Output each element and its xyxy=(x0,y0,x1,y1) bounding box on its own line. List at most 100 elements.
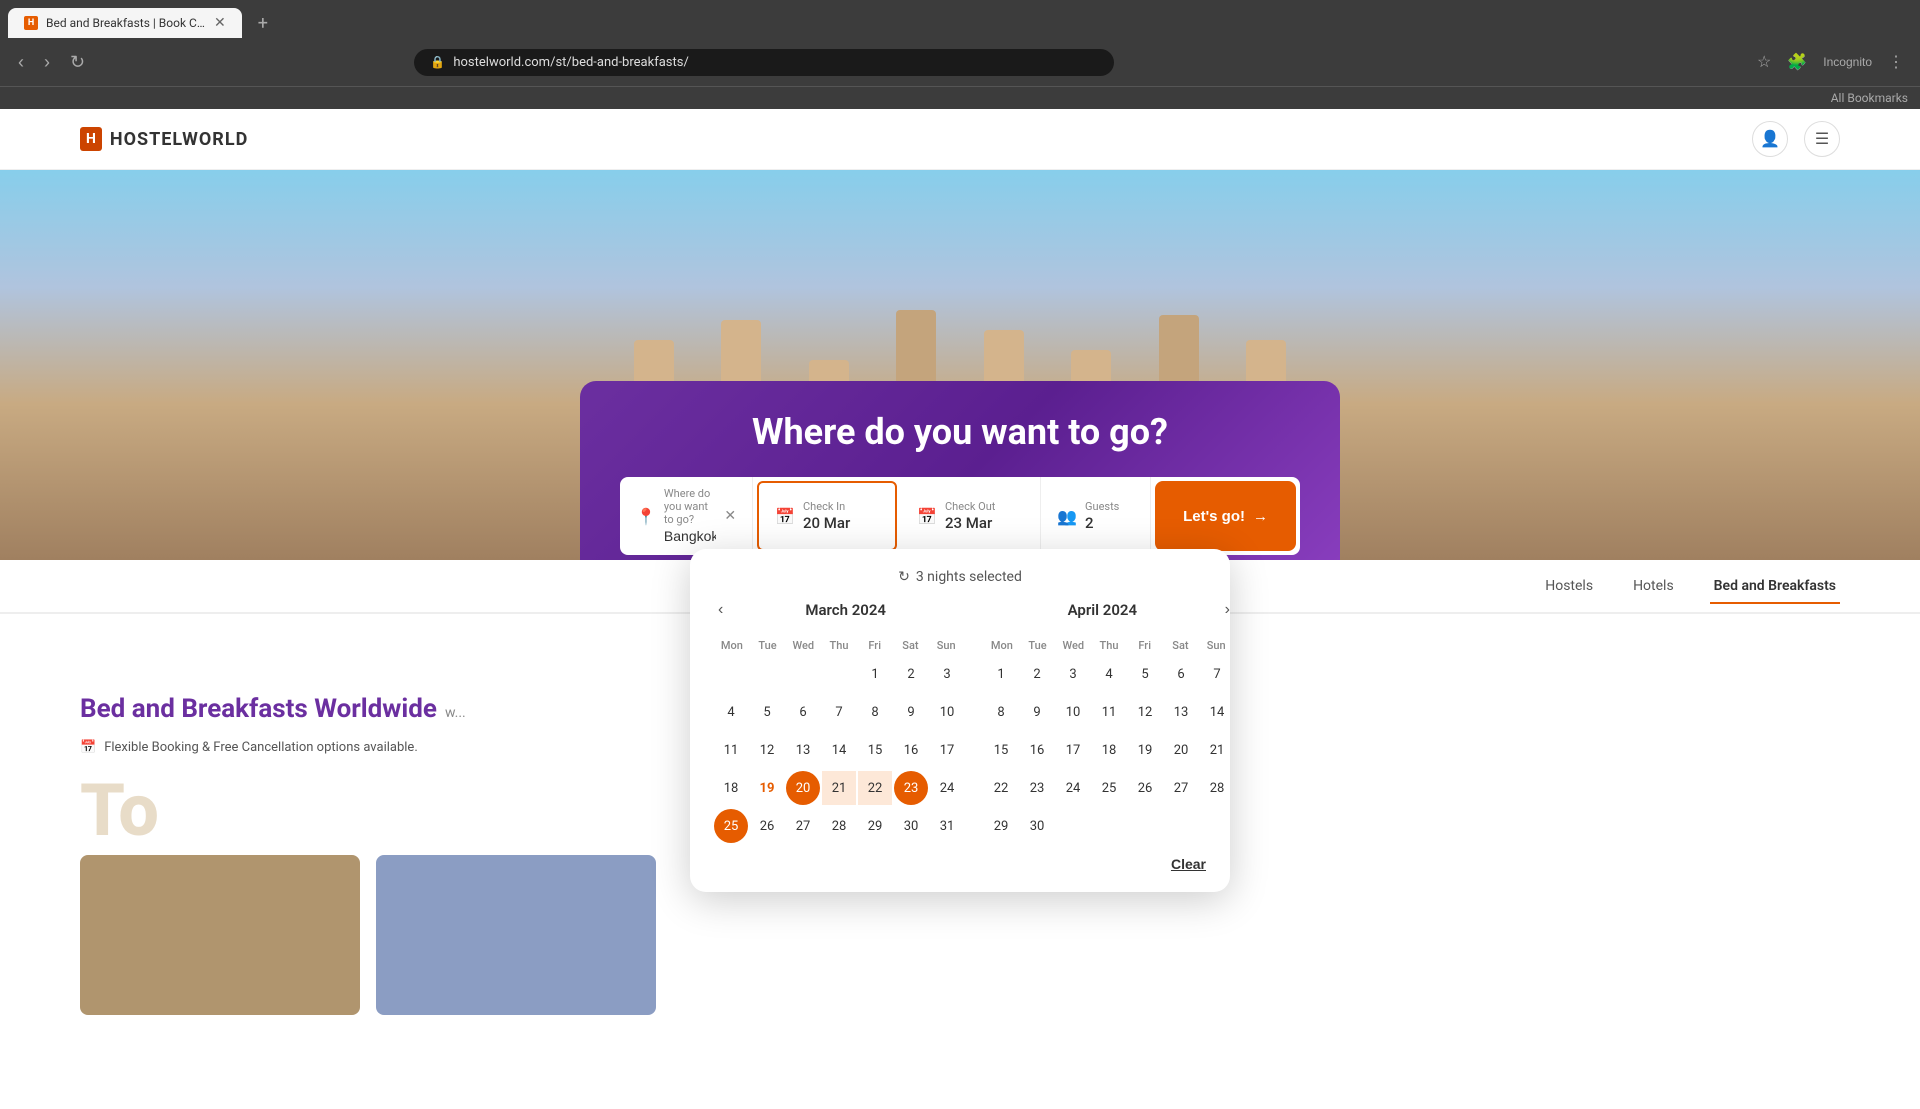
april-day-6[interactable]: 6 xyxy=(1164,657,1198,691)
april-day-2[interactable]: 2 xyxy=(1020,657,1054,691)
property-card-1[interactable] xyxy=(80,855,360,1015)
april-day-5[interactable]: 5 xyxy=(1128,657,1162,691)
active-tab[interactable]: H Bed and Breakfasts | Book Che... ✕ xyxy=(8,8,242,38)
march-day-20[interactable]: 20 xyxy=(786,771,820,805)
march-day-26[interactable]: 26 xyxy=(750,809,784,843)
march-day-14[interactable]: 14 xyxy=(822,733,856,767)
march-day-24[interactable]: 24 xyxy=(930,771,964,805)
april-day-23[interactable]: 23 xyxy=(1020,771,1054,805)
guests-field[interactable]: 👥 Guests 2 xyxy=(1041,477,1151,555)
march-day-5[interactable]: 5 xyxy=(750,695,784,729)
march-day-10[interactable]: 10 xyxy=(930,695,964,729)
march-title: March 2024 xyxy=(727,601,964,619)
april-day-11[interactable]: 11 xyxy=(1092,695,1126,729)
march-day-16[interactable]: 16 xyxy=(894,733,928,767)
april-day-24[interactable]: 24 xyxy=(1056,771,1090,805)
march-day-29[interactable]: 29 xyxy=(858,809,892,843)
march-day-21[interactable]: 21 xyxy=(822,771,856,805)
url-text: hostelworld.com/st/bed-and-breakfasts/ xyxy=(453,55,688,70)
extension-icon[interactable]: 🧩 xyxy=(1783,48,1811,76)
march-day-22[interactable]: 22 xyxy=(858,771,892,805)
march-day-3[interactable]: 3 xyxy=(930,657,964,691)
bookmark-star-icon[interactable]: ☆ xyxy=(1753,48,1775,76)
april-day-8[interactable]: 8 xyxy=(984,695,1018,729)
calendar-picker: ↻ 3 nights selected ‹ March 2024 Mon Tue… xyxy=(690,549,1230,892)
address-bar[interactable]: 🔒 hostelworld.com/st/bed-and-breakfasts/ xyxy=(414,49,1114,76)
march-day-11[interactable]: 11 xyxy=(714,733,748,767)
tab-hotels[interactable]: Hotels xyxy=(1629,570,1678,602)
march-day-names: Mon Tue Wed Thu Fri Sat Sun xyxy=(714,635,964,656)
march-day-17[interactable]: 17 xyxy=(930,733,964,767)
march-day-30[interactable]: 30 xyxy=(894,809,928,843)
march-day-28[interactable]: 28 xyxy=(822,809,856,843)
april-day-28[interactable]: 28 xyxy=(1200,771,1234,805)
new-tab-button[interactable]: + xyxy=(246,9,280,38)
march-day-18[interactable]: 18 xyxy=(714,771,748,805)
april-day-27[interactable]: 27 xyxy=(1164,771,1198,805)
april-day-12[interactable]: 12 xyxy=(1128,695,1162,729)
hamburger-menu-button[interactable]: ☰ xyxy=(1804,121,1840,157)
april-day-13[interactable]: 13 xyxy=(1164,695,1198,729)
april-day-9[interactable]: 9 xyxy=(1020,695,1054,729)
april-day-15[interactable]: 15 xyxy=(984,733,1018,767)
march-day-2[interactable]: 2 xyxy=(894,657,928,691)
day-fri-2: Fri xyxy=(1127,635,1163,656)
march-day-7[interactable]: 7 xyxy=(822,695,856,729)
april-header: April 2024 › xyxy=(984,597,1234,623)
april-day-25[interactable]: 25 xyxy=(1092,771,1126,805)
april-day-16[interactable]: 16 xyxy=(1020,733,1054,767)
day-sun-1: Sun xyxy=(928,635,964,656)
march-day-4[interactable]: 4 xyxy=(714,695,748,729)
flexible-icon: 📅 xyxy=(80,740,96,755)
property-card-2[interactable] xyxy=(376,855,656,1015)
tab-hostels[interactable]: Hostels xyxy=(1541,570,1597,602)
prev-month-button[interactable]: ‹ xyxy=(714,597,727,623)
april-day-20[interactable]: 20 xyxy=(1164,733,1198,767)
march-day-19[interactable]: 19 xyxy=(750,771,784,805)
destination-field[interactable]: 📍 Where do you want to go? ✕ xyxy=(620,477,753,555)
march-day-13[interactable]: 13 xyxy=(786,733,820,767)
march-day-12[interactable]: 12 xyxy=(750,733,784,767)
april-day-26[interactable]: 26 xyxy=(1128,771,1162,805)
april-day-30[interactable]: 30 xyxy=(1020,809,1054,843)
march-day-31[interactable]: 31 xyxy=(930,809,964,843)
checkout-field[interactable]: 📅 Check Out 23 Mar xyxy=(901,477,1041,555)
april-day-3[interactable]: 3 xyxy=(1056,657,1090,691)
april-day-7[interactable]: 7 xyxy=(1200,657,1234,691)
march-day-6[interactable]: 6 xyxy=(786,695,820,729)
clear-dates-button[interactable]: Clear xyxy=(1171,856,1206,872)
reload-button[interactable]: ↻ xyxy=(64,48,91,77)
march-day-23[interactable]: 23 xyxy=(894,771,928,805)
march-day-15[interactable]: 15 xyxy=(858,733,892,767)
march-day-1[interactable]: 1 xyxy=(858,657,892,691)
april-day-4[interactable]: 4 xyxy=(1092,657,1126,691)
clear-destination-icon[interactable]: ✕ xyxy=(724,508,736,524)
profile-icon[interactable]: Incognito xyxy=(1819,51,1876,73)
april-day-17[interactable]: 17 xyxy=(1056,733,1090,767)
forward-button[interactable]: › xyxy=(38,48,56,77)
back-button[interactable]: ‹ xyxy=(12,48,30,77)
april-day-22[interactable]: 22 xyxy=(984,771,1018,805)
april-day-14[interactable]: 14 xyxy=(1200,695,1234,729)
tab-bed-and-breakfasts[interactable]: Bed and Breakfasts xyxy=(1710,570,1840,604)
april-day-10[interactable]: 10 xyxy=(1056,695,1090,729)
tab-close-button[interactable]: ✕ xyxy=(214,15,226,31)
search-form: 📍 Where do you want to go? ✕ 📅 Check In … xyxy=(620,477,1300,555)
march-calendar: ‹ March 2024 Mon Tue Wed Thu Fri Sat Sun xyxy=(714,597,964,844)
april-day-19[interactable]: 19 xyxy=(1128,733,1162,767)
april-day-21[interactable]: 21 xyxy=(1200,733,1234,767)
search-submit-button[interactable]: Let's go! → xyxy=(1155,481,1296,551)
next-month-button[interactable]: › xyxy=(1221,597,1234,623)
user-account-button[interactable]: 👤 xyxy=(1752,121,1788,157)
march-day-25[interactable]: 25 xyxy=(714,809,748,843)
march-day-9[interactable]: 9 xyxy=(894,695,928,729)
destination-input[interactable] xyxy=(664,528,716,544)
march-day-27[interactable]: 27 xyxy=(786,809,820,843)
menu-dots-icon[interactable]: ⋮ xyxy=(1884,48,1908,76)
april-day-29[interactable]: 29 xyxy=(984,809,1018,843)
march-day-8[interactable]: 8 xyxy=(858,695,892,729)
checkin-field[interactable]: 📅 Check In 20 Mar xyxy=(757,481,897,551)
april-day-1[interactable]: 1 xyxy=(984,657,1018,691)
april-title: April 2024 xyxy=(984,601,1221,619)
april-day-18[interactable]: 18 xyxy=(1092,733,1126,767)
